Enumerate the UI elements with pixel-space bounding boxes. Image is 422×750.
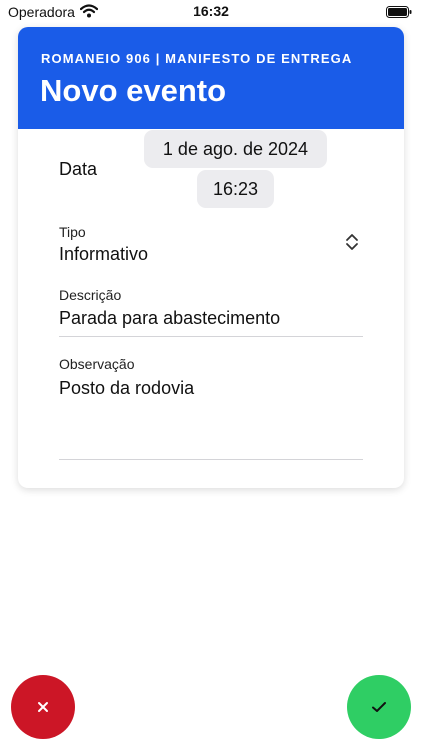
type-select[interactable]: Informativo (59, 244, 148, 265)
header-subtitle: ROMANEIO 906 | MANIFESTO DE ENTREGA (41, 51, 353, 66)
type-label: Tipo (59, 224, 86, 240)
status-bar: Operadora 16:32 (0, 0, 422, 24)
check-icon (372, 702, 386, 712)
observation-label: Observação (59, 356, 135, 372)
date-picker[interactable]: 1 de ago. de 2024 (144, 130, 327, 168)
status-time: 16:32 (193, 3, 229, 19)
observation-divider (59, 459, 363, 460)
chevron-up-down-icon[interactable] (345, 233, 359, 251)
page-title: Novo evento (40, 73, 227, 108)
confirm-button[interactable] (347, 675, 411, 739)
close-icon (38, 702, 48, 712)
description-label: Descrição (59, 287, 122, 303)
battery-icon (386, 6, 412, 18)
observation-input[interactable]: Posto da rodovia (59, 378, 194, 399)
time-picker[interactable]: 16:23 (197, 170, 274, 208)
description-input[interactable]: Parada para abastecimento (59, 308, 280, 329)
description-divider (59, 336, 363, 337)
cancel-button[interactable] (11, 675, 75, 739)
card-header: ROMANEIO 906 | MANIFESTO DE ENTREGA Novo… (18, 27, 404, 129)
date-label: Data (59, 159, 98, 179)
new-event-card: ROMANEIO 906 | MANIFESTO DE ENTREGA Novo… (18, 27, 404, 488)
